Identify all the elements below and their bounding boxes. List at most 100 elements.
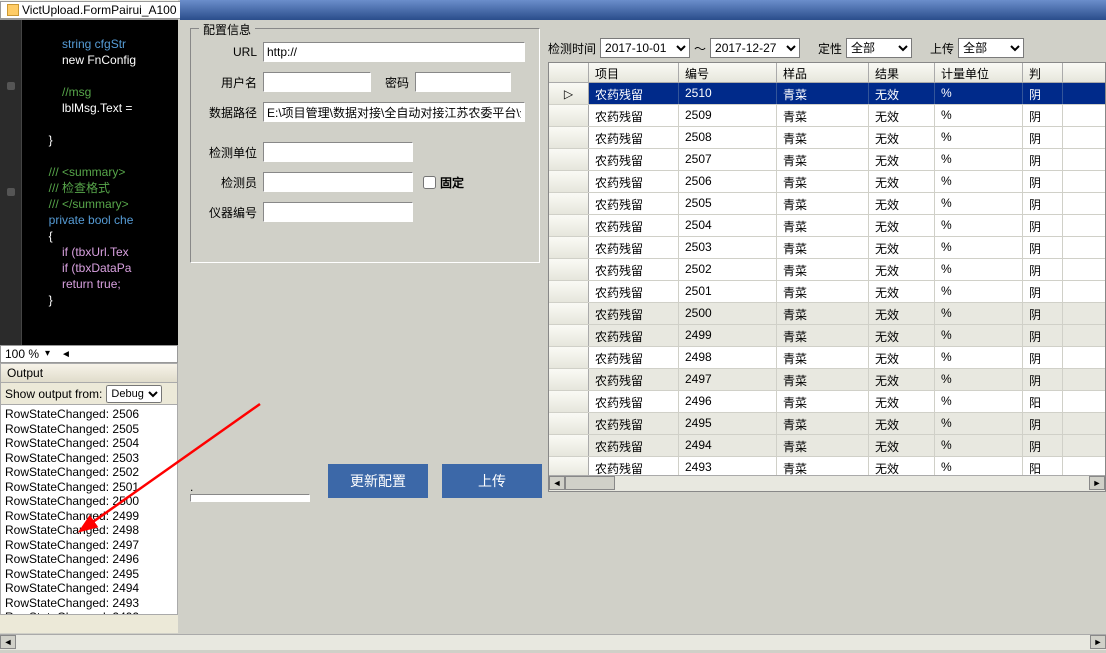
scroll-thumb[interactable]	[565, 476, 615, 490]
table-cell: 青菜	[777, 193, 869, 214]
document-tab-bar: VictUpload.FormPairui_A100	[0, 0, 178, 20]
scroll-left-icon[interactable]: ◄	[0, 635, 16, 649]
col-project[interactable]: 项目	[589, 63, 679, 82]
table-row[interactable]: 农药残留2503青菜无效%阴	[549, 237, 1105, 259]
table-cell: 2498	[679, 347, 777, 368]
scroll-left-icon[interactable]: ◄	[549, 476, 565, 490]
row-header[interactable]	[549, 391, 589, 412]
output-line: RowStateChanged: 2500	[5, 494, 173, 509]
scroll-track[interactable]	[565, 476, 1089, 491]
output-line: RowStateChanged: 2497	[5, 538, 173, 553]
unit-input[interactable]	[263, 142, 413, 162]
table-row[interactable]: 农药残留2497青菜无效%阴	[549, 369, 1105, 391]
table-cell: 阴	[1023, 413, 1063, 434]
table-row[interactable]: 农药残留2494青菜无效%阴	[549, 435, 1105, 457]
output-source-select[interactable]: Debug	[106, 385, 162, 403]
table-cell: 阴	[1023, 259, 1063, 280]
table-cell: 青菜	[777, 127, 869, 148]
url-input[interactable]	[263, 42, 525, 62]
table-row[interactable]: 农药残留2507青菜无效%阴	[549, 149, 1105, 171]
col-result[interactable]: 结果	[869, 63, 935, 82]
table-row[interactable]: 农药残留2504青菜无效%阴	[549, 215, 1105, 237]
table-row[interactable]: 农药残留2506青菜无效%阴	[549, 171, 1105, 193]
table-row[interactable]: 农药残留2499青菜无效%阴	[549, 325, 1105, 347]
scroll-right-icon[interactable]: ►	[1090, 635, 1106, 649]
gutter-collapse-icon[interactable]	[7, 82, 15, 90]
code-line: }	[0, 132, 178, 148]
table-cell: 阴	[1023, 435, 1063, 456]
row-header[interactable]	[549, 435, 589, 456]
table-row[interactable]: ▷农药残留2510青菜无效%阴	[549, 83, 1105, 105]
col-unit[interactable]: 计量单位	[935, 63, 1023, 82]
fixed-checkbox[interactable]	[423, 176, 436, 189]
col-sample[interactable]: 样品	[777, 63, 869, 82]
grid-rowheader-corner	[549, 63, 589, 82]
upload-button[interactable]: 上传	[442, 464, 542, 498]
code-editor[interactable]: string cfgStr new FnConfig //msg lblMsg.…	[0, 20, 178, 345]
document-tab[interactable]: VictUpload.FormPairui_A100	[0, 1, 184, 19]
row-header[interactable]	[549, 413, 589, 434]
table-cell: 阴	[1023, 149, 1063, 170]
table-row[interactable]: 农药残留2505青菜无效%阴	[549, 193, 1105, 215]
zoom-dropdown-icon[interactable]: ▾	[45, 348, 55, 360]
table-cell: 青菜	[777, 237, 869, 258]
table-row[interactable]: 农药残留2501青菜无效%阴	[549, 281, 1105, 303]
table-row[interactable]: 农药残留2502青菜无效%阴	[549, 259, 1105, 281]
table-cell: 无效	[869, 347, 935, 368]
row-header[interactable]	[549, 369, 589, 390]
date-to-select[interactable]: 2017-12-27	[710, 38, 800, 58]
table-row[interactable]: 农药残留2498青菜无效%阴	[549, 347, 1105, 369]
col-last[interactable]: 判	[1023, 63, 1063, 82]
row-header[interactable]	[549, 105, 589, 126]
table-cell: 无效	[869, 149, 935, 170]
date-from-select[interactable]: 2017-10-01	[600, 38, 690, 58]
row-header[interactable]	[549, 215, 589, 236]
output-body[interactable]: RowStateChanged: 2506RowStateChanged: 25…	[0, 405, 178, 615]
row-header[interactable]	[549, 193, 589, 214]
row-header[interactable]	[549, 127, 589, 148]
datapath-input[interactable]	[263, 102, 525, 122]
instrument-label: 仪器编号	[199, 204, 257, 221]
username-label: 用户名	[199, 74, 257, 91]
row-header[interactable]	[549, 259, 589, 280]
table-row[interactable]: 农药残留2500青菜无效%阴	[549, 303, 1105, 325]
row-header[interactable]	[549, 171, 589, 192]
code-line: }	[0, 292, 178, 308]
zoom-level[interactable]: 100 %	[5, 347, 39, 361]
dialog-titlebar[interactable]	[180, 0, 1106, 20]
operator-input[interactable]	[263, 172, 413, 192]
table-cell: 阳	[1023, 391, 1063, 412]
table-cell: 农药残留	[589, 237, 679, 258]
upload-filter-select[interactable]: 全部	[958, 38, 1024, 58]
scroll-track[interactable]	[16, 635, 1090, 650]
table-row[interactable]: 农药残留2496青菜无效%阳	[549, 391, 1105, 413]
table-cell: 2506	[679, 171, 777, 192]
update-config-button[interactable]: 更新配置	[328, 464, 428, 498]
gutter-collapse-icon[interactable]	[7, 188, 15, 196]
table-row[interactable]: 农药残留2508青菜无效%阴	[549, 127, 1105, 149]
row-header[interactable]	[549, 303, 589, 324]
username-input[interactable]	[263, 72, 371, 92]
col-number[interactable]: 编号	[679, 63, 777, 82]
password-input[interactable]	[415, 72, 511, 92]
window-hscrollbar[interactable]: ◄ ►	[0, 634, 1106, 650]
code-line: lblMsg.Text =	[0, 100, 178, 116]
scroll-right-icon[interactable]: ►	[1089, 476, 1105, 490]
table-cell: 2503	[679, 237, 777, 258]
grid-hscrollbar[interactable]: ◄ ►	[549, 475, 1105, 491]
row-header[interactable]	[549, 281, 589, 302]
instrument-input[interactable]	[263, 202, 413, 222]
qualitative-select[interactable]: 全部	[846, 38, 912, 58]
row-header[interactable]	[549, 347, 589, 368]
table-row[interactable]: 农药残留2495青菜无效%阴	[549, 413, 1105, 435]
data-grid[interactable]: 项目 编号 样品 结果 计量单位 判 ▷农药残留2510青菜无效%阴农药残留25…	[548, 62, 1106, 492]
row-header[interactable]	[549, 325, 589, 346]
row-header[interactable]: ▷	[549, 83, 589, 104]
datapath-label: 数据路径	[199, 104, 257, 121]
row-header[interactable]	[549, 237, 589, 258]
table-cell: %	[935, 435, 1023, 456]
table-cell: 无效	[869, 171, 935, 192]
row-header[interactable]	[549, 149, 589, 170]
table-row[interactable]: 农药残留2509青菜无效%阴	[549, 105, 1105, 127]
password-label: 密码	[381, 74, 409, 91]
